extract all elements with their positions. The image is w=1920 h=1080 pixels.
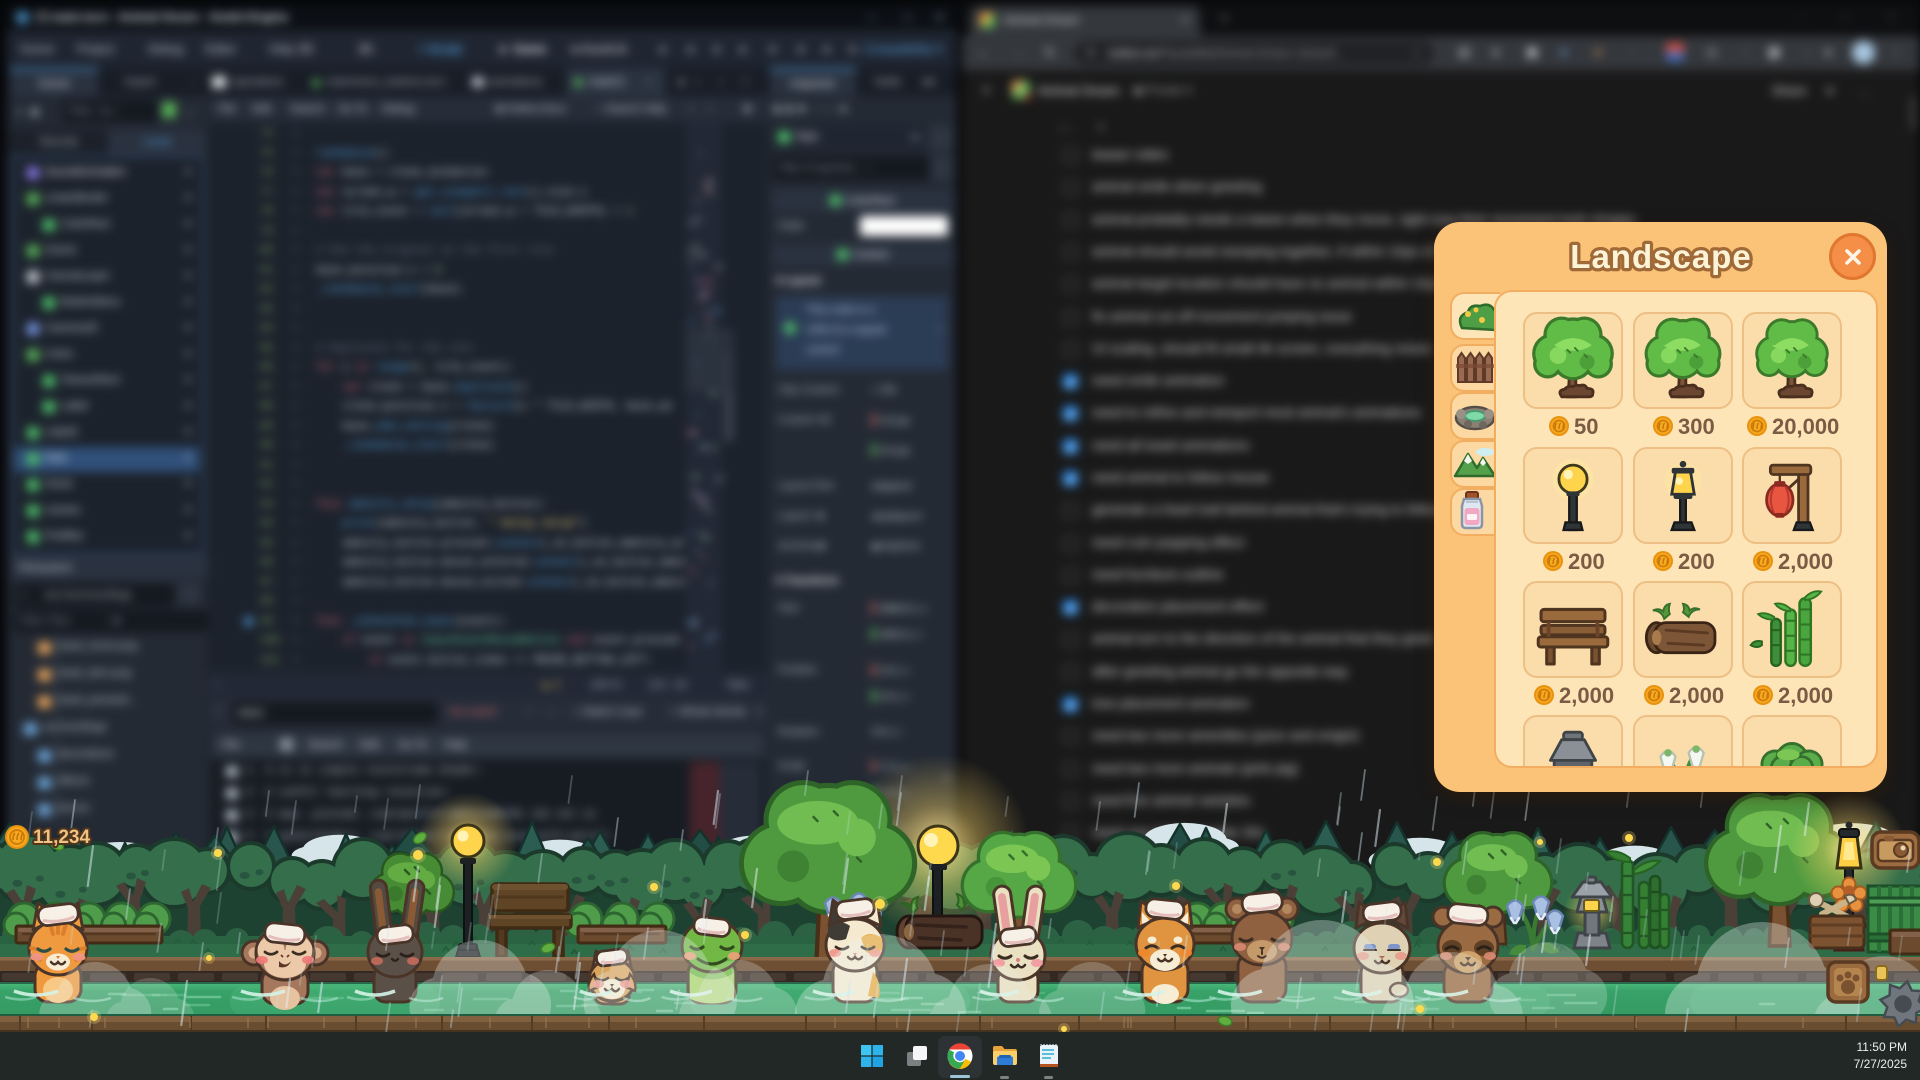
svg-text:2,000: 2,000: [1778, 549, 1833, 574]
svg-text:20,000: 20,000: [1772, 414, 1839, 439]
svg-text:2,000: 2,000: [1669, 683, 1724, 708]
svg-text:300: 300: [1678, 414, 1715, 439]
svg-text:2,000: 2,000: [1559, 683, 1614, 708]
svg-text:11,234: 11,234: [33, 827, 90, 848]
svg-text:50: 50: [1574, 414, 1598, 439]
svg-text:Landscape: Landscape: [1570, 238, 1751, 275]
svg-text:200: 200: [1678, 549, 1715, 574]
svg-text:2,000: 2,000: [1778, 683, 1833, 708]
svg-text:200: 200: [1568, 549, 1605, 574]
